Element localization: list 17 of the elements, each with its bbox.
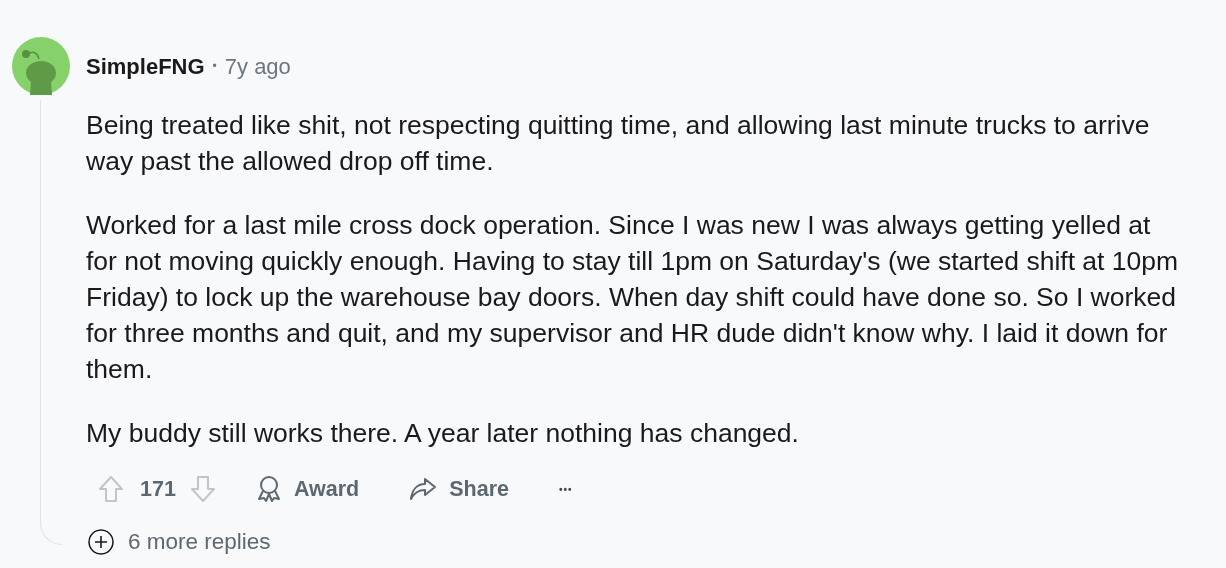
vote-count: 171 (140, 475, 176, 503)
upvote-icon[interactable] (98, 475, 124, 503)
comment-paragraph: My buddy still works there. A year later nothing has changed. (86, 417, 800, 450)
avatar-icon[interactable] (12, 37, 70, 95)
more-options-button[interactable]: ••• (542, 469, 589, 509)
more-replies-link[interactable]: 6 more replies (128, 525, 271, 559)
share-icon (409, 477, 438, 501)
share-button[interactable]: Share (393, 469, 525, 509)
comment-paragraph: Worked for a last mile cross dock operation. Since I was new I was always getting yelled at for not moving quickly enough. Having to stay till 1pm on Saturday's (we started shift at 10pm Friday) to lock up the warehouse bay doors. When day shift could have done so. So I worked for three months and quit, and my supervisor and HR dude didn't know why. I laid it down for them. (86, 209, 1180, 386)
expand-icon[interactable] (88, 528, 114, 555)
comment-paragraph: Being treated like shit, not respecting quitting time, and allowing last minute trucks to arrive way past the allowed drop off time. (86, 109, 1151, 178)
award-button[interactable]: Award (239, 469, 376, 509)
timestamp: 7y ago (224, 52, 291, 81)
separator: • (212, 58, 217, 75)
username[interactable]: SimpleFNG (86, 49, 205, 83)
downvote-icon[interactable] (189, 475, 216, 503)
award-icon (255, 475, 282, 503)
